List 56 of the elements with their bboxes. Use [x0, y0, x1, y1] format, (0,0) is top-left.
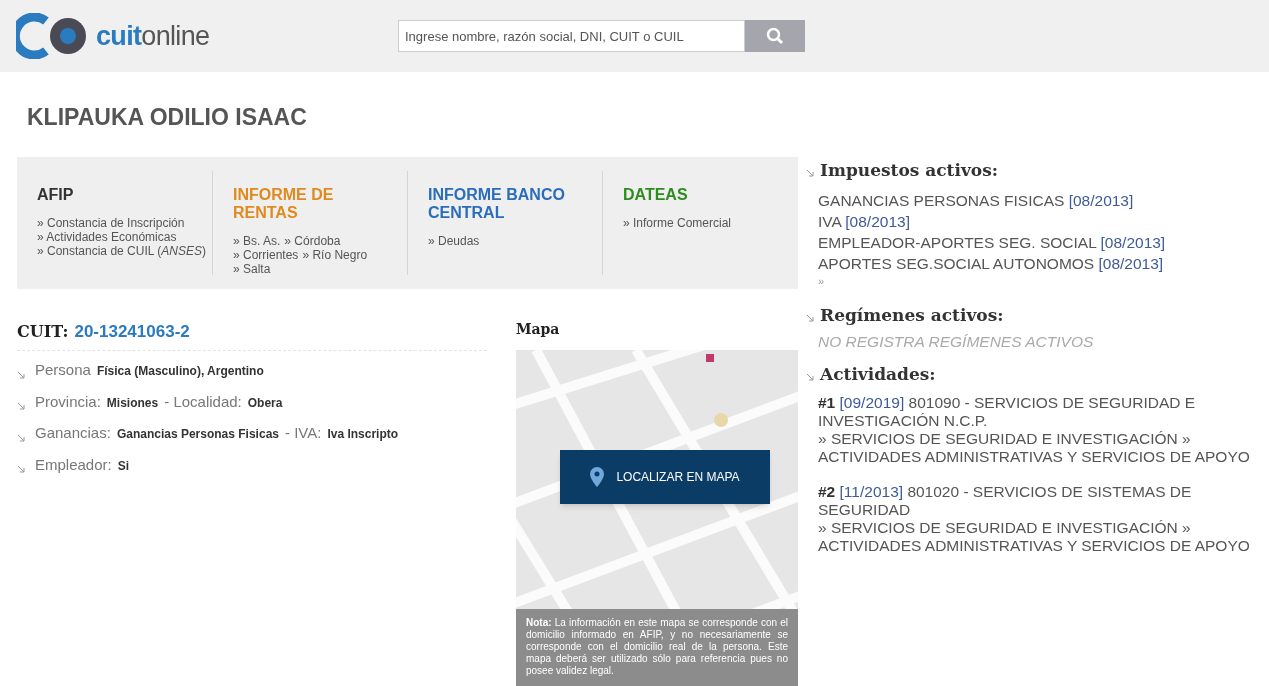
arrow-icon: [17, 465, 25, 473]
person-name: KLIPAUKA ODILIO ISAAC: [27, 103, 308, 132]
logo[interactable]: cuitonline: [16, 13, 398, 59]
cuit-label: CUIT:: [17, 320, 69, 343]
detail-label: Persona: [35, 360, 91, 380]
arrow-icon: [17, 433, 25, 442]
detail-label: Empleador:: [35, 454, 112, 475]
section-title: Actividades:: [820, 364, 936, 385]
arrow-icon: [17, 370, 25, 379]
detail-value: Ganancias Personas Fisicas: [116, 426, 279, 443]
arrow-icon: [806, 314, 814, 322]
tax-item: IVA [08/2013]: [818, 212, 911, 232]
empty-message: NO REGISTRA REGÍMENES ACTIVOS: [818, 332, 1095, 352]
search-button[interactable]: [745, 20, 805, 52]
detail-label: - Localidad:: [164, 391, 242, 412]
activity-category: » SERVICIOS DE SEGURIDAD E INVESTIGACIÓN » ACTIVIDADES ADMINISTRATIVAS Y SERVICIOS DE APOYO: [818, 430, 1251, 466]
detail-label: - IVA:: [285, 423, 322, 443]
search-icon: [766, 27, 784, 45]
report-link[interactable]: » Río Negro: [302, 247, 368, 262]
arrow-icon: [806, 373, 814, 381]
activity-description: #2 [11/2013] 801020 - SERVICIOS DE SISTEMAS DE SEGURIDAD: [818, 483, 1193, 519]
tax-item: EMPLEADOR-APORTES SEG. SOCIAL [08/2013]: [818, 233, 1167, 253]
report-link[interactable]: » Corrientes: [233, 247, 299, 262]
report-link[interactable]: » Informe Comercial: [623, 215, 732, 230]
report-link[interactable]: » Actividades Económicas: [37, 229, 177, 244]
detail-value: Iva Inscripto: [327, 426, 399, 443]
pin-icon: [590, 466, 605, 487]
map-title: Mapa: [516, 319, 561, 339]
detail-value: Si: [117, 457, 130, 475]
detail-value: Física (Masculino), Argentino: [96, 363, 264, 380]
tax-item: GANANCIAS PERSONAS FISICAS [08/2013]: [818, 191, 1135, 211]
report-link[interactable]: » Deudas: [428, 233, 480, 248]
report-link[interactable]: » Bs. As.: [233, 233, 281, 248]
search-field[interactable]: Ingrese nombre, razón social, DNI, CUIT o CUIL: [398, 20, 745, 52]
activity-description: #1 [09/2019] 801090 - SERVICIOS DE SEGURIDAD E INVESTIGACIÓN N.C.P.: [818, 394, 1197, 430]
report-link[interactable]: » Córdoba: [284, 233, 341, 248]
report-title[interactable]: INFORME BANCO CENTRAL: [428, 185, 582, 222]
report-title[interactable]: DATEAS: [623, 185, 777, 204]
detail-label: Provincia:: [35, 391, 101, 412]
tax-item: APORTES SEG.SOCIAL AUTONOMOS [08/2013]: [818, 254, 1165, 274]
section-title: Regímenes activos:: [820, 305, 1004, 326]
report-link[interactable]: » Constancia de Inscripción: [37, 215, 185, 230]
activity-category: » SERVICIOS DE SEGURIDAD E INVESTIGACIÓN » ACTIVIDADES ADMINISTRATIVAS Y SERVICIOS DE APOYO: [818, 519, 1251, 555]
section-title: Impuestos activos:: [820, 160, 998, 181]
arrow-icon: [806, 169, 814, 177]
locate-button[interactable]: LOCALIZAR EN MAPA: [560, 449, 770, 504]
detail-label: Ganancias:: [35, 423, 111, 443]
arrow-icon: [17, 402, 25, 410]
detail-value: Obera: [247, 394, 283, 412]
map-note: Nota: La información en este mapa se corresponde con el domicilio informado en AFIP, y no necesariamente se corresponde con el domicilio real de la persona. Este mapa deberá ser utilizado sólo para referencia pues no posee validez legal.: [516, 608, 798, 686]
report-link[interactable]: » Salta: [233, 261, 271, 276]
cuit-number: 20-13241063-2: [74, 320, 190, 343]
report-link[interactable]: » Constancia de CUIL (ANSES): [37, 243, 206, 258]
logo-text: cuitonline: [96, 22, 210, 50]
report-title[interactable]: AFIP: [37, 185, 192, 204]
detail-value: Misiones: [106, 394, 159, 412]
